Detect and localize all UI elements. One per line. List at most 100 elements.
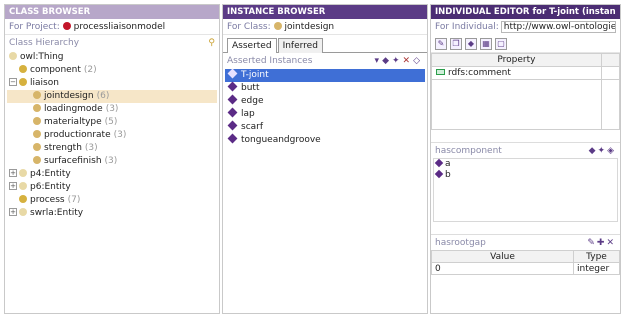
list-item[interactable]: tongueandgroove	[225, 133, 425, 147]
instance-tabs: Asserted Inferred	[223, 35, 427, 53]
tree-item-label: materialtype	[44, 117, 102, 127]
individual-bar: For Individual: http://www.owl-ontologie…	[431, 19, 620, 35]
hasrootgap-tools: ✎✚✕	[587, 235, 616, 251]
instance-icon	[227, 68, 238, 79]
list-item[interactable]: edge	[225, 94, 425, 108]
collapse-toggle-icon[interactable]: −	[9, 78, 17, 86]
tree-item-swrla-entity[interactable]: + swrla:Entity	[7, 207, 217, 220]
copy-icon[interactable]: ❐	[450, 37, 462, 50]
list-item[interactable]: scarf	[225, 120, 425, 134]
page-icon[interactable]: ▢	[495, 37, 507, 50]
instances-header: Asserted Instances ▾◆✦✕◇	[223, 53, 427, 69]
annotation-property-icon	[436, 69, 445, 75]
project-name: processliaisonmodel	[73, 22, 166, 32]
value-cell[interactable]: 0	[431, 262, 574, 275]
type-header: Type	[573, 250, 620, 263]
grid-icon[interactable]: ▦	[480, 37, 492, 50]
tree-item-p6-entity[interactable]: + p6:Entity	[7, 181, 217, 194]
instance-list: T-joint butt edge lap scarf tongueandgro…	[223, 68, 427, 147]
tree-item-component[interactable]: component (2)	[7, 64, 217, 77]
class-hierarchy-header: Class Hierarchy ⚲	[5, 35, 219, 51]
tree-item-label: owl:Thing	[20, 52, 64, 62]
annotate-icon[interactable]: ◆	[465, 37, 477, 50]
search-classes-icon[interactable]: ⚲	[208, 35, 215, 51]
property-table: Property rdfs:comment	[431, 53, 620, 130]
list-item[interactable]: T-joint	[225, 68, 425, 82]
list-item[interactable]: lap	[225, 107, 425, 121]
table-row[interactable]: 0 integer	[431, 262, 620, 275]
tree-item-surfacefinish[interactable]: surfacefinish (3)	[7, 155, 217, 168]
edit-value-icon[interactable]: ✎	[587, 238, 597, 248]
individual-editor-pane: INDIVIDUAL EDITOR for T-joint (instan Fo…	[430, 4, 621, 314]
hasrootgap-label: hasrootgap	[435, 237, 486, 248]
tab-inferred[interactable]: Inferred	[277, 38, 323, 53]
edit-icon[interactable]: ✎	[435, 37, 447, 50]
filter-icon[interactable]: ◇	[413, 56, 423, 66]
property-name: rdfs:comment	[448, 68, 511, 78]
class-icon	[19, 195, 27, 203]
instance-icon	[227, 133, 238, 144]
instance-icon	[227, 120, 238, 131]
tree-item-process[interactable]: process (7)	[7, 194, 217, 207]
instance-icon	[227, 81, 238, 92]
individual-url-field[interactable]: http://www.owl-ontologies	[500, 21, 616, 33]
instances-label: Asserted Instances	[227, 56, 313, 66]
class-bar: For Class: jointdesign	[223, 19, 427, 35]
delete-value-icon[interactable]: ✕	[606, 238, 616, 248]
tree-item-p4-entity[interactable]: + p4:Entity	[7, 168, 217, 181]
expand-toggle-icon[interactable]: +	[9, 169, 17, 177]
add-value-icon[interactable]: ✦	[598, 146, 608, 156]
list-item[interactable]: butt	[225, 81, 425, 95]
tree-item-jointdesign[interactable]: jointdesign (6)	[7, 90, 217, 103]
tree-item-liaison[interactable]: − liaison	[7, 77, 217, 90]
property-extra-header	[600, 53, 620, 67]
project-bar: For Project: processliaisonmodel	[5, 19, 219, 35]
individual-label: For Individual:	[435, 22, 499, 32]
tree-item-strength[interactable]: strength (3)	[7, 142, 217, 155]
list-item[interactable]: a	[434, 158, 617, 170]
value-label: b	[445, 170, 451, 180]
property-header: Property	[431, 53, 602, 67]
hascomponent-label: hascomponent	[435, 145, 502, 156]
tree-item-count: (2)	[83, 65, 97, 75]
instance-icon	[434, 169, 444, 179]
tree-item-label: jointdesign	[44, 91, 94, 101]
instance-icon	[227, 94, 238, 105]
tree-item-label: surfacefinish	[44, 156, 102, 166]
tree-item-loadingmode[interactable]: loadingmode (3)	[7, 103, 217, 116]
class-icon	[33, 143, 41, 151]
hascomponent-tools: ◆✦◈	[589, 143, 616, 159]
type-cell[interactable]: integer	[573, 262, 620, 275]
value-label: a	[445, 159, 451, 169]
tree-item-label: p6:Entity	[30, 182, 71, 192]
expand-toggle-icon[interactable]: +	[9, 182, 17, 190]
tree-item-materialtype[interactable]: materialtype (5)	[7, 116, 217, 129]
class-icon	[33, 117, 41, 125]
tree-item-count: (7)	[67, 195, 81, 205]
table-row[interactable]: rdfs:comment	[431, 66, 620, 80]
create-value-icon[interactable]: ◆	[589, 146, 598, 156]
create-instance-icon[interactable]: ◆	[382, 56, 392, 66]
tree-item-owl-thing[interactable]: owl:Thing	[7, 51, 217, 64]
delete-instance-icon[interactable]: ✕	[403, 56, 414, 66]
individual-editor-title: INDIVIDUAL EDITOR for T-joint (instan	[431, 5, 620, 19]
class-icon	[19, 182, 27, 190]
class-icon	[33, 156, 41, 164]
add-instance-icon[interactable]: ✦	[392, 56, 403, 66]
tree-item-label: process	[30, 195, 65, 205]
class-icon	[19, 169, 27, 177]
list-item[interactable]: b	[434, 169, 617, 181]
protege-window: CLASS BROWSER For Project: processliaiso…	[0, 0, 621, 318]
class-name: jointdesign	[284, 22, 335, 32]
class-icon	[19, 65, 27, 73]
tree-item-label: productionrate	[44, 130, 111, 140]
instance-icon	[434, 158, 444, 168]
tab-asserted[interactable]: Asserted	[227, 38, 277, 53]
tree-item-count: (5)	[104, 117, 118, 127]
dropdown-icon[interactable]: ▾	[375, 56, 383, 66]
expand-toggle-icon[interactable]: +	[9, 208, 17, 216]
remove-value-icon[interactable]: ◈	[607, 146, 616, 156]
tree-item-productionrate[interactable]: productionrate (3)	[7, 129, 217, 142]
hasrootgap-header: hasrootgap ✎✚✕	[431, 234, 620, 250]
tree-item-count: (3)	[105, 104, 119, 114]
